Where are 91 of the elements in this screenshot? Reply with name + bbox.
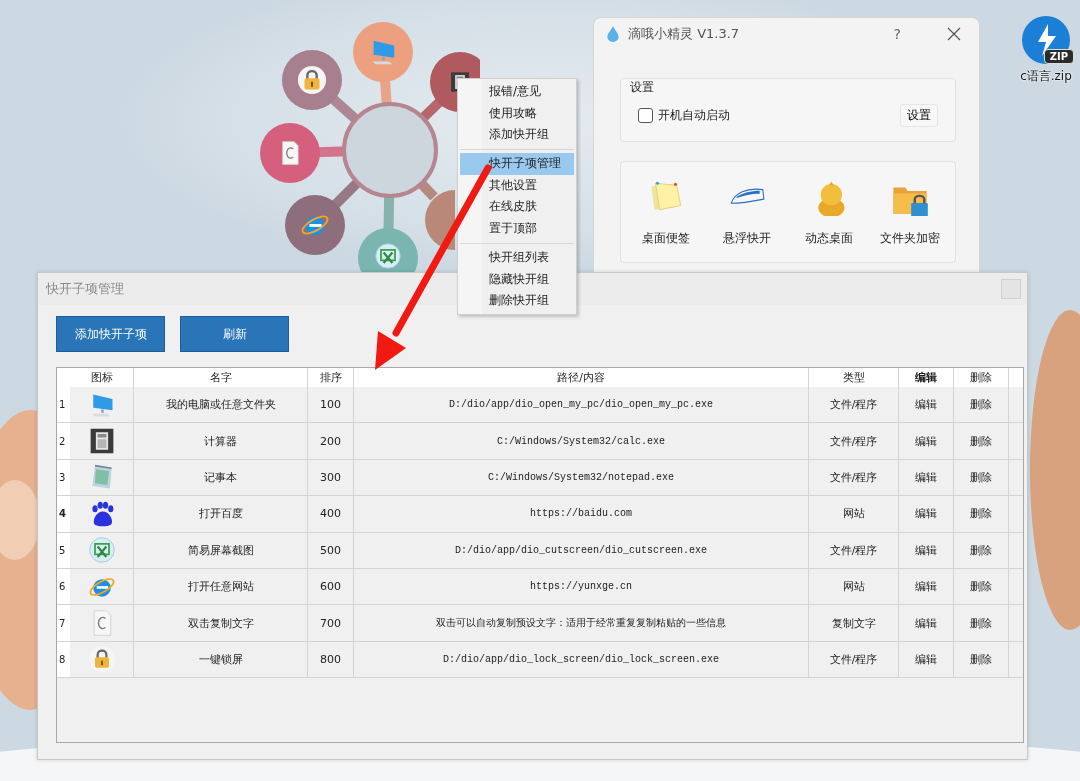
menu-item[interactable]: 报错/意见 (460, 81, 574, 103)
column-header[interactable]: 名字 (134, 368, 308, 387)
column-header[interactable]: 图标 (70, 368, 134, 387)
group-title: 设置 (630, 79, 654, 96)
table-cell: 记事本 (134, 459, 308, 496)
menu-item[interactable]: 隐藏快开组 (460, 268, 574, 291)
table-cell: https://baidu.com (354, 496, 809, 532)
settings-button[interactable]: 设置 (900, 104, 938, 127)
table-cell: 双击复制文字 (134, 605, 308, 641)
table-cell: 文件/程序 (809, 423, 899, 459)
window-title: 滴哦小精灵 V1.3.7 (628, 25, 741, 43)
menu-item[interactable]: 删除快开组 (460, 290, 574, 312)
delete-link[interactable]: 删除 (954, 459, 1009, 496)
close-icon[interactable] (947, 27, 961, 41)
tool-label[interactable]: 悬浮快开 (723, 229, 772, 247)
table-cell: D:/dio/app/dio_cutscreen/dio_cutscreen.exe (354, 532, 809, 568)
delete-link[interactable]: 删除 (954, 641, 1009, 678)
table-cell: 打开百度 (134, 496, 308, 532)
padlock-icon (297, 65, 327, 95)
tool-label[interactable]: 文件夹加密 (880, 229, 941, 247)
menu-item[interactable]: 使用攻略 (460, 102, 574, 125)
table-cell: 网站 (809, 568, 899, 605)
column-header[interactable]: 编辑 (899, 368, 954, 387)
table-cell: 文件/程序 (809, 387, 899, 423)
table-cell: 100 (308, 387, 354, 423)
tool-label[interactable]: 桌面便签 (641, 229, 690, 247)
table-cell: 800 (308, 641, 354, 678)
edit-link[interactable]: 编辑 (899, 605, 954, 641)
menu-item[interactable]: 其他设置 (460, 174, 574, 197)
delete-link[interactable]: 删除 (954, 605, 1009, 641)
delete-link[interactable]: 删除 (954, 568, 1009, 605)
table-cell: 文件/程序 (809, 532, 899, 568)
table-cell: 400 (308, 496, 354, 532)
row-number: 4 (57, 496, 70, 532)
scissors-icon (374, 242, 402, 270)
edit-link[interactable]: 编辑 (899, 387, 954, 423)
table-cell: 简易屏幕截图 (134, 532, 308, 568)
edit-link[interactable]: 编辑 (899, 568, 954, 605)
table-cell: 我的电脑或任意文件夹 (134, 387, 308, 423)
table-cell: 文件/程序 (809, 459, 899, 496)
table-cell: 200 (308, 423, 354, 459)
table-cell: 600 (308, 568, 354, 605)
table-cell: 300 (308, 459, 354, 496)
delete-link[interactable]: 删除 (954, 532, 1009, 568)
tool-label[interactable]: 动态桌面 (804, 229, 853, 247)
row-number: 5 (57, 532, 70, 568)
edit-link[interactable]: 编辑 (899, 532, 954, 568)
row-number: 8 (57, 641, 70, 678)
table-cell: D:/dio/app/dio_lock_screen/dio_lock_screen.exe (354, 641, 809, 678)
row-number: 3 (57, 459, 70, 496)
action-button[interactable]: 刷新 (180, 316, 289, 352)
delete-link[interactable]: 删除 (954, 496, 1009, 532)
action-button[interactable]: 添加快开子项 (56, 316, 165, 352)
row-number: 2 (57, 423, 70, 459)
table-cell: https://yunxge.cn (354, 568, 809, 605)
table-cell: 一键锁屏 (134, 641, 308, 678)
table-cell: 复制文字 (809, 605, 899, 641)
file-name[interactable]: c语言.zip (1020, 68, 1072, 85)
menu-item[interactable]: 置于顶部 (460, 218, 574, 240)
column-header[interactable]: 排序 (308, 368, 354, 387)
droplet-icon (604, 25, 622, 43)
table-cell: 700 (308, 605, 354, 641)
menu-item[interactable]: 添加快开组 (460, 124, 574, 147)
delete-link[interactable]: 删除 (954, 423, 1009, 459)
table-cell: 打开任意网站 (134, 568, 308, 605)
table-cell: 双击可以自动复制预设文字：适用于经常重复复制粘贴的一些信息 (354, 605, 809, 641)
menu-item[interactable]: 快开组列表 (460, 246, 574, 269)
help-button[interactable]: ? (887, 25, 907, 43)
window-title: 快开子项管理 (46, 280, 124, 298)
column-header[interactable]: 类型 (809, 368, 899, 387)
edit-link[interactable]: 编辑 (899, 459, 954, 496)
row-number: 7 (57, 605, 70, 641)
table-cell: 网站 (809, 496, 899, 532)
edit-link[interactable]: 编辑 (899, 496, 954, 532)
scissors-icon (87, 536, 116, 565)
column-header[interactable]: 删除 (954, 368, 1009, 387)
table-cell: C:/Windows/System32/calc.exe (354, 423, 809, 459)
row-number: 6 (57, 568, 70, 605)
table-cell: 文件/程序 (809, 641, 899, 678)
menu-item[interactable]: 快开子项管理 (460, 153, 574, 175)
row-number: 1 (57, 387, 70, 423)
table-cell: D:/dio/app/dio_open_my_pc/dio_open_my_pc.exe (354, 387, 809, 423)
table-cell: C:/Windows/System32/notepad.exe (354, 459, 809, 496)
delete-link[interactable]: 删除 (954, 387, 1009, 423)
edit-link[interactable]: 编辑 (899, 423, 954, 459)
checkbox[interactable] (638, 108, 653, 123)
checkbox-label[interactable]: 开机自动启动 (658, 107, 730, 124)
menu-item[interactable]: 在线皮肤 (460, 196, 574, 219)
table-cell: 计算器 (134, 423, 308, 459)
table-cell: 500 (308, 532, 354, 568)
edit-link[interactable]: 编辑 (899, 641, 954, 678)
